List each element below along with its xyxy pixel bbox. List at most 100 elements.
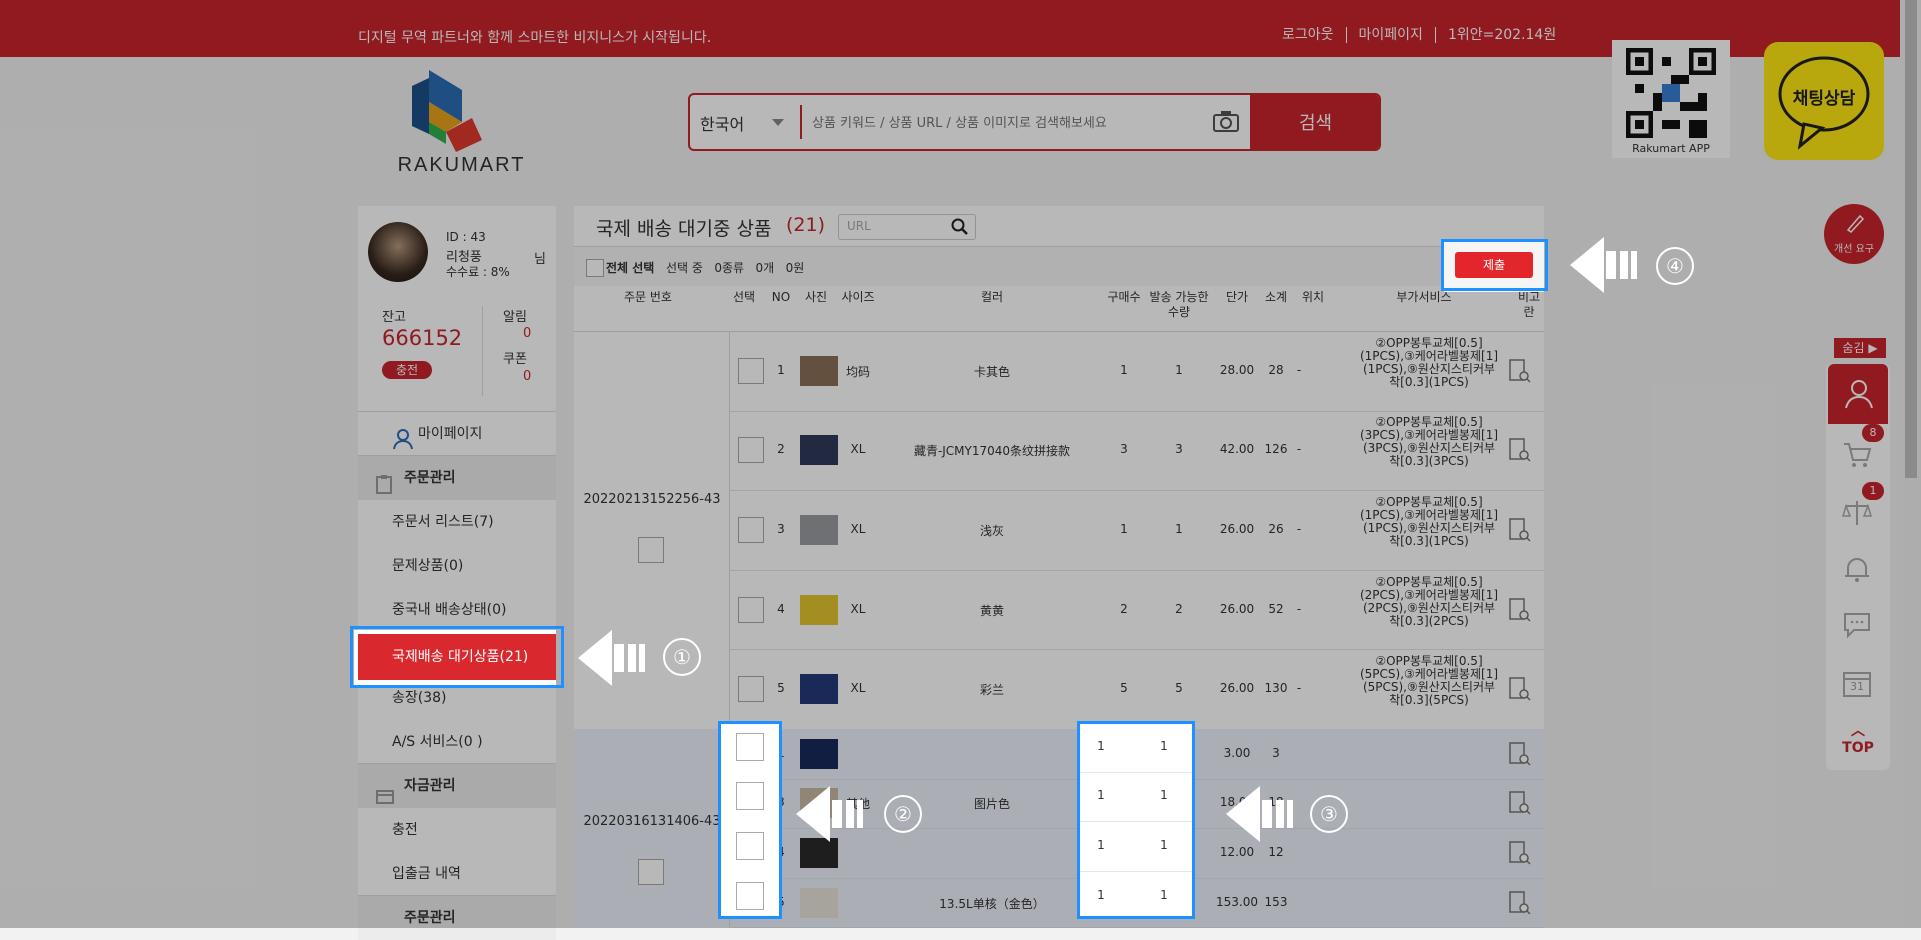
row-checkbox[interactable] [738,437,764,464]
row-available: 2 [1175,601,1183,616]
order-checkbox[interactable] [638,537,664,563]
column-header: 컬러 [980,290,1004,304]
note-search-icon[interactable] [1508,517,1532,543]
sidebar-item-history[interactable]: 입출금 내역 [358,852,556,896]
tagline: 디지털 무역 파트너와 함께 스마트한 비지니스가 시작됩니다. [358,30,712,46]
profile-rail-button[interactable] [1828,364,1888,424]
search-icon[interactable] [951,218,969,240]
right-rail: 8 1 31 ︿ TOP [1826,364,1890,770]
row-location: - [1296,601,1302,616]
row-location: - [1296,442,1302,457]
logo-text: RAKUMART [397,154,526,176]
row-service: ②OPP봉투교체[0.5](3PCS),③케어라벨봉제[1](3PCS),⑨원산… [1359,415,1499,469]
note-search-icon[interactable] [1508,676,1532,702]
product-thumbnail[interactable] [800,887,838,918]
row-subtotal: 28 [1268,362,1284,377]
language-select[interactable]: 한국어 [700,111,744,135]
improve-request-button[interactable]: 개선 요구 [1824,204,1884,264]
column-header: 사진 [804,290,828,304]
note-search-icon[interactable] [1508,358,1532,384]
product-thumbnail[interactable] [800,674,838,705]
selection-summary: 선택 중 0종류 0개 0원 [666,261,805,275]
calendar-icon[interactable]: 31 [1842,668,1872,698]
row-size: 均码 [845,364,870,379]
sidebar-item-charge[interactable]: 충전 [358,808,556,852]
row-price: 26.00 [1219,522,1255,536]
bell-icon[interactable] [1842,554,1872,588]
row-size: XL [850,601,866,616]
message-icon[interactable] [1842,610,1872,644]
row-available: 3 [1175,442,1183,457]
charge-button[interactable]: 충전 [382,361,432,379]
exchange-rate: 1위안=202.14원 [1434,27,1568,43]
note-search-icon[interactable] [1508,597,1532,623]
camera-icon[interactable] [1212,109,1240,137]
section-label: 주문관리 [404,470,456,486]
rakumart-logo[interactable]: RAKUMART [372,66,547,176]
sidebar-item-as[interactable]: A/S 서비스(0 ) [358,720,556,764]
scrollbar-thumb[interactable] [1905,0,1917,478]
row-no: 5 [777,681,785,696]
step-2-highlight [718,721,782,919]
search-input[interactable] [810,103,1214,143]
cart-icon[interactable] [1842,440,1872,474]
row-checkbox[interactable] [738,596,764,623]
row-price: 26.00 [1219,681,1255,696]
note-search-icon[interactable] [1508,437,1532,463]
row-qty: 1 [1120,362,1128,377]
note-search-icon[interactable] [1508,790,1532,816]
row-subtotal: 52 [1268,601,1284,616]
note-search-icon[interactable] [1508,890,1532,916]
chat-label: 채팅상담 [1792,89,1856,109]
product-thumbnail[interactable] [800,515,838,545]
product-thumbnail[interactable] [800,738,838,769]
row-checkbox[interactable] [738,676,764,703]
order-number: 20220316131406-43 [583,814,721,829]
chevron-down-icon[interactable] [772,119,784,126]
compare-icon[interactable] [1841,498,1873,532]
row-checkbox[interactable] [738,357,764,384]
row-color: 彩兰 [979,683,1004,698]
row-size: XL [850,681,866,696]
url-placeholder: URL [847,219,871,233]
note-search-icon[interactable] [1508,741,1532,767]
column-header: 위치 [1301,290,1325,304]
honorific: 님 [534,252,546,267]
hide-rail-button[interactable]: 숨김 ▶ [1834,338,1886,358]
product-thumbnail[interactable] [800,594,838,625]
order-checkbox[interactable] [638,859,664,885]
toolbar: 전체 선택 선택 중 0종류 0개 0원 제출 [574,246,1544,288]
select-all-label: 전체 선택 [606,261,655,275]
logout-link[interactable]: 로그아웃 [1270,27,1346,43]
row-location: - [1296,362,1302,377]
improve-label: 개선 요구 [1834,244,1874,255]
url-search[interactable]: URL [838,214,976,240]
avatar [368,222,428,282]
arrow-left-icon [578,630,658,690]
row-color: 藏青-JCMY17040条纹拼接款 [913,444,1071,459]
product-thumbnail[interactable] [800,355,838,386]
row-no: 2 [777,442,785,457]
column-header: 발송 가능한 수량 [1149,290,1209,319]
scroll-top-button[interactable]: ︿ TOP [1840,720,1876,756]
row-no: 3 [777,522,785,536]
page-scrollbar[interactable] [1902,0,1921,928]
row-checkbox[interactable] [738,517,764,543]
chat-consult-button[interactable]: 채팅상담 [1764,42,1884,160]
note-search-icon[interactable] [1508,840,1532,866]
sidebar-item-problem[interactable]: 문제상품(0) [358,544,556,588]
mypage-link[interactable]: 마이페이지 [1345,27,1435,43]
row-price: 42.00 [1219,442,1255,457]
search-button[interactable]: 검색 [1250,95,1379,149]
sidebar-item-orders[interactable]: 주문서 리스트(7) [358,500,556,544]
sidebar: ID : 43 리청풍 님 수수료 : 8% 잔고 666152 충전 알림 0… [358,206,556,940]
qr-caption: Rakumart APP [1632,142,1710,155]
column-header: 단가 [1225,290,1249,304]
select-all-checkbox[interactable] [586,259,604,277]
sidebar-item-mypage[interactable]: 마이페이지 [358,412,556,456]
cart-badge: 8 [1862,424,1884,442]
product-thumbnail[interactable] [800,435,838,466]
row-no: 4 [777,601,785,616]
row-size: XL [850,442,866,457]
arrow-left-icon [796,786,876,846]
